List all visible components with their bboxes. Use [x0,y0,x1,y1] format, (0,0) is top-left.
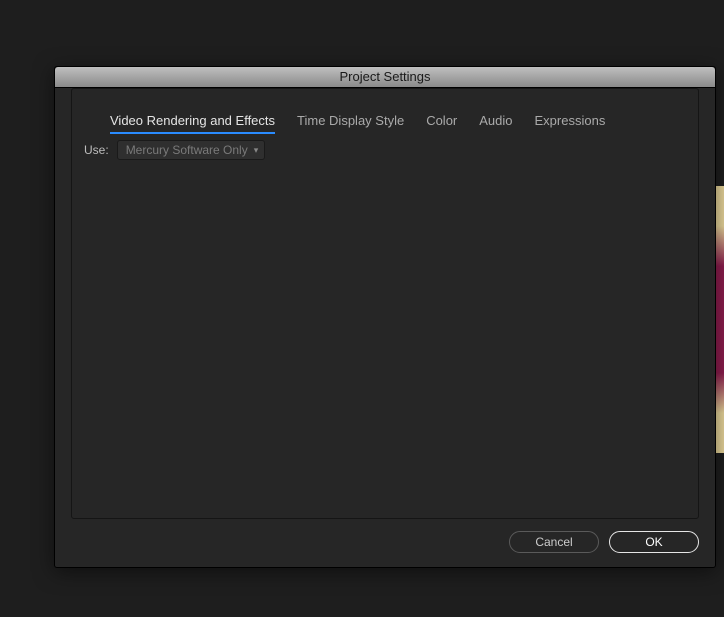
use-dropdown[interactable]: Mercury Software Only ▾ [117,140,266,160]
dialog-buttons: Cancel OK [55,531,715,567]
use-row: Use: Mercury Software Only ▾ [84,140,686,160]
ok-button[interactable]: OK [609,531,699,553]
cancel-button[interactable]: Cancel [509,531,599,553]
use-dropdown-value: Mercury Software Only [126,143,248,157]
tab-expressions[interactable]: Expressions [535,113,606,134]
project-settings-dialog: Project Settings Video Rendering and Eff… [54,66,716,568]
use-label: Use: [84,143,109,157]
dialog-title: Project Settings [55,67,715,88]
tab-time-display[interactable]: Time Display Style [297,113,404,134]
tab-color[interactable]: Color [426,113,457,134]
tab-video-rendering[interactable]: Video Rendering and Effects [110,113,275,134]
tab-bar: Video Rendering and Effects Time Display… [84,99,686,140]
dialog-content: Video Rendering and Effects Time Display… [71,88,699,519]
chevron-down-icon: ▾ [254,145,259,156]
tab-audio[interactable]: Audio [479,113,512,134]
